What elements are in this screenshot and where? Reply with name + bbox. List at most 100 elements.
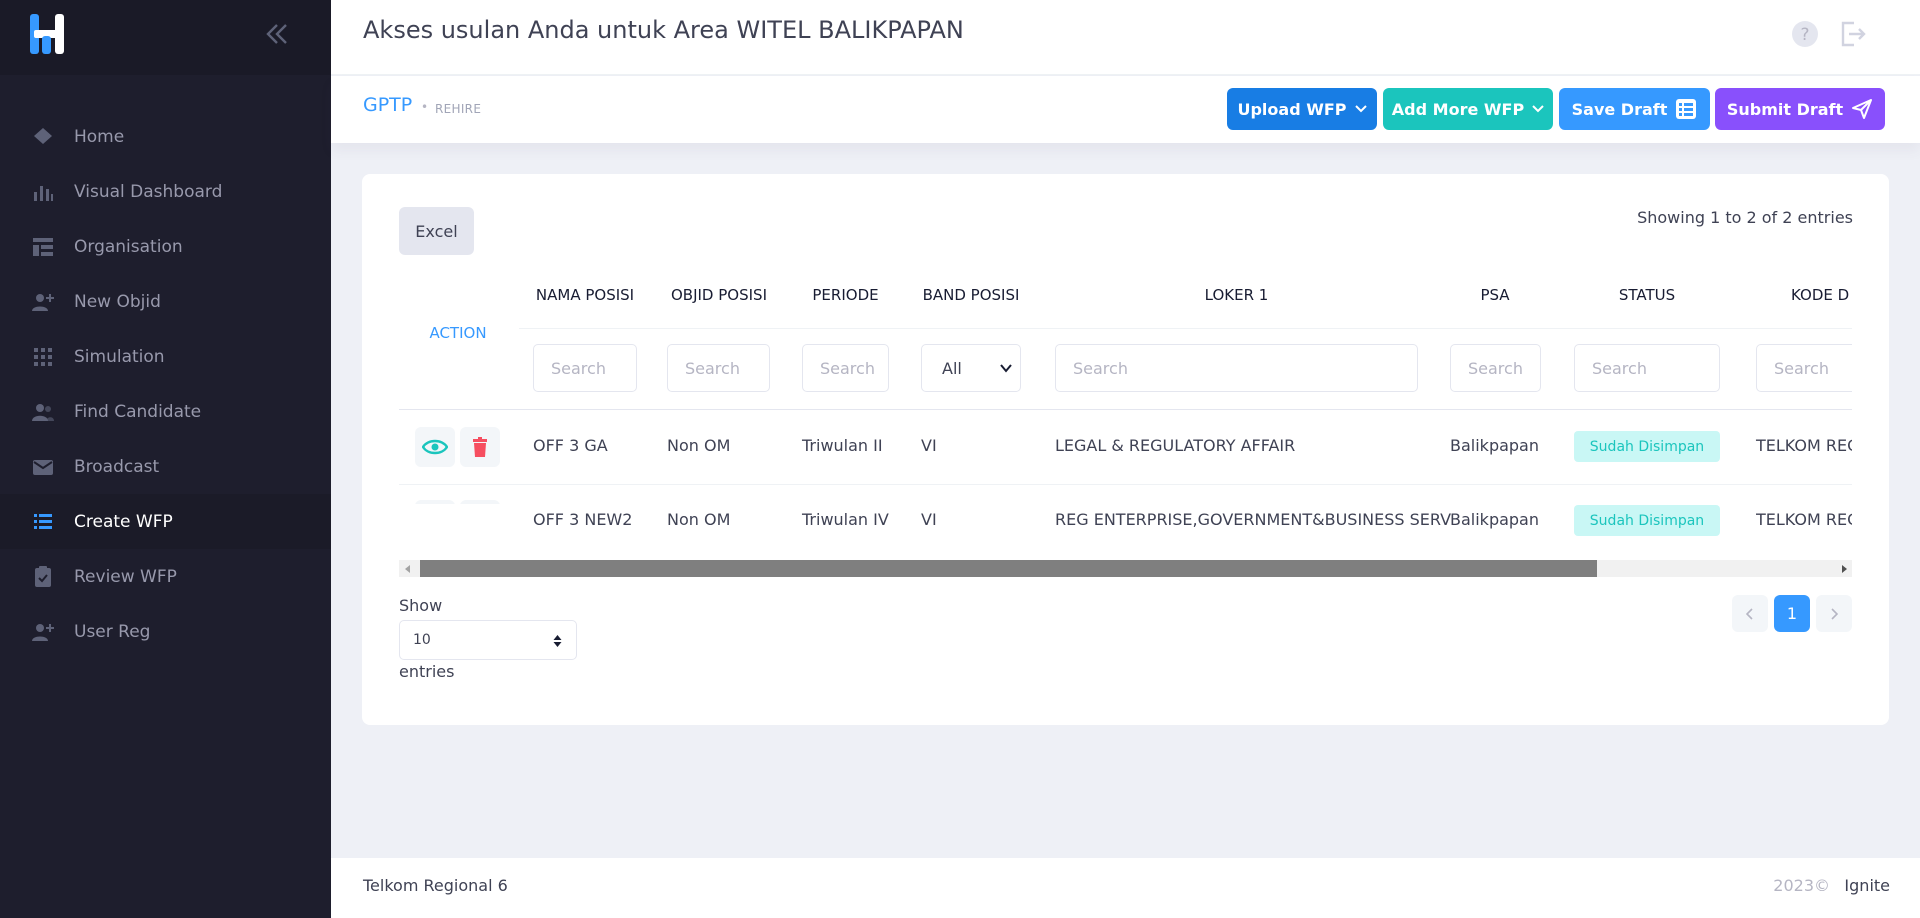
sidebar-brand: [0, 0, 331, 75]
sidebar-item-find-candidate[interactable]: Find Candidate: [0, 384, 331, 439]
clipboard-check-icon: [30, 564, 56, 590]
scroll-right-icon[interactable]: [1835, 560, 1852, 577]
sidebar-item-visual-dashboard[interactable]: Visual Dashboard: [0, 164, 331, 219]
table-horizontal-scrollbar[interactable]: [399, 560, 1852, 577]
column-header-psa[interactable]: PSA: [1450, 286, 1540, 304]
sidebar-item-review-wfp[interactable]: Review WFP: [0, 549, 331, 604]
list-icon: [30, 509, 56, 535]
kode-search-input[interactable]: Search: [1756, 344, 1852, 392]
scroll-left-icon[interactable]: [399, 560, 416, 577]
column-header-loker-1[interactable]: LOKER 1: [1055, 286, 1418, 304]
logo-icon: [30, 14, 64, 54]
grid-icon: [30, 344, 56, 370]
svg-text:?: ?: [1800, 25, 1809, 45]
sidebar-item-user-reg[interactable]: User Reg: [0, 604, 331, 659]
sidebar-item-broadcast[interactable]: Broadcast: [0, 439, 331, 494]
sidebar: Home Visual Dashboard Organisation New O…: [0, 0, 331, 918]
trash-icon: [473, 437, 487, 457]
excel-export-button[interactable]: Excel: [399, 207, 474, 255]
sort-arrows-icon: [553, 635, 562, 647]
sidebar-item-label: Review WFP: [74, 566, 177, 587]
subheader: GPTP • REHIRE Upload WFP Add More WFP Sa…: [331, 76, 1920, 143]
cell-nama-posisi: OFF 3 GA: [533, 436, 608, 455]
chart-icon: [30, 179, 56, 205]
chevron-down-icon: [1000, 364, 1012, 373]
footer-org: Telkom Regional 6: [363, 876, 508, 895]
pagination-prev-button[interactable]: [1732, 595, 1768, 632]
cell-kode: TELKOM REG: [1756, 510, 1852, 529]
delete-button[interactable]: [460, 427, 500, 467]
help-icon[interactable]: ?: [1790, 19, 1820, 49]
sidebar-item-label: Create WFP: [74, 511, 173, 532]
footer-brand-link[interactable]: Ignite: [1844, 876, 1890, 895]
status-search-input[interactable]: Search: [1574, 344, 1720, 392]
objid-posisi-search-input[interactable]: Search: [667, 344, 770, 392]
show-label: Show: [399, 596, 443, 615]
organisation-icon: [30, 234, 56, 260]
cell-loker-1: REG ENTERPRISE,GOVERNMENT&BUSINESS SERV: [1055, 510, 1452, 529]
column-header-objid-posisi[interactable]: OBJID POSISI: [667, 286, 771, 304]
page-length-select[interactable]: 10: [399, 620, 577, 660]
cell-periode: Triwulan IV: [802, 510, 889, 529]
breadcrumb-sub: REHIRE: [435, 102, 482, 116]
filter-divider: [399, 409, 1852, 410]
cell-nama-posisi: OFF 3 NEW2: [533, 510, 633, 529]
footer-year: 2023©: [1773, 876, 1830, 895]
sidebar-item-label: Broadcast: [74, 456, 160, 477]
cell-band-posisi: VI: [921, 510, 937, 529]
users-icon: [30, 399, 56, 425]
sidebar-item-organisation[interactable]: Organisation: [0, 219, 331, 274]
loker-1-search-input[interactable]: Search: [1055, 344, 1418, 392]
view-button[interactable]: [415, 427, 455, 467]
logout-icon[interactable]: [1837, 19, 1867, 49]
pagination-page-1[interactable]: 1: [1774, 595, 1810, 632]
sidebar-item-label: New Objid: [74, 291, 161, 312]
chevron-left-icon: [1746, 607, 1753, 620]
add-more-wfp-button[interactable]: Add More WFP: [1383, 88, 1553, 130]
header-divider: [519, 328, 1852, 329]
collapse-sidebar-icon[interactable]: [264, 20, 290, 48]
status-badge: Sudah Disimpan: [1574, 505, 1720, 536]
sidebar-item-new-objid[interactable]: New Objid: [0, 274, 331, 329]
periode-search-input[interactable]: Search: [802, 344, 889, 392]
view-button[interactable]: [415, 500, 455, 504]
nama-posisi-search-input[interactable]: Search: [533, 344, 637, 392]
band-posisi-filter-select[interactable]: All: [921, 344, 1021, 392]
scrollbar-thumb[interactable]: [420, 560, 1597, 577]
cell-kode: TELKOM REG: [1756, 436, 1852, 455]
entries-label: entries: [399, 662, 455, 681]
cell-objid-posisi: Non OM: [667, 436, 731, 455]
delete-button[interactable]: [460, 500, 500, 504]
column-header-status[interactable]: STATUS: [1574, 286, 1720, 304]
upload-wfp-button[interactable]: Upload WFP: [1227, 88, 1377, 130]
sidebar-item-home[interactable]: Home: [0, 109, 331, 164]
user-plus-icon: [30, 289, 56, 315]
psa-search-input[interactable]: Search: [1450, 344, 1541, 392]
chevron-down-icon: [1532, 105, 1544, 113]
submit-draft-button[interactable]: Submit Draft: [1715, 88, 1885, 130]
pagination-next-button[interactable]: [1816, 595, 1852, 632]
column-header-nama-posisi[interactable]: NAMA POSISI: [533, 286, 637, 304]
column-header-periode[interactable]: PERIODE: [802, 286, 889, 304]
cell-psa: Balikpapan: [1450, 510, 1539, 529]
chevron-right-icon: [1831, 607, 1838, 620]
band-posisi-filter-value: All: [942, 358, 962, 378]
sidebar-item-simulation[interactable]: Simulation: [0, 329, 331, 384]
submit-draft-label: Submit Draft: [1726, 99, 1844, 119]
chevron-down-icon: [1354, 105, 1367, 113]
save-draft-button[interactable]: Save Draft: [1559, 88, 1710, 130]
breadcrumb-main[interactable]: GPTP: [363, 94, 412, 116]
column-header-band-posisi[interactable]: BAND POSISI: [921, 286, 1021, 304]
status-badge: Sudah Disimpan: [1574, 431, 1720, 462]
sidebar-item-create-wfp[interactable]: Create WFP: [0, 494, 331, 549]
page-length-value: 10: [413, 632, 431, 648]
column-header-kode[interactable]: KODE D: [1756, 286, 1852, 304]
cell-periode: Triwulan II: [802, 436, 883, 455]
table-info: Showing 1 to 2 of 2 entries: [1637, 208, 1853, 227]
save-draft-label: Save Draft: [1571, 99, 1668, 119]
send-icon: [1852, 99, 1873, 119]
envelope-icon: [30, 454, 56, 480]
cell-psa: Balikpapan: [1450, 436, 1539, 455]
upload-wfp-label: Upload WFP: [1237, 99, 1347, 119]
cell-loker-1: LEGAL & REGULATORY AFFAIR: [1055, 436, 1296, 455]
